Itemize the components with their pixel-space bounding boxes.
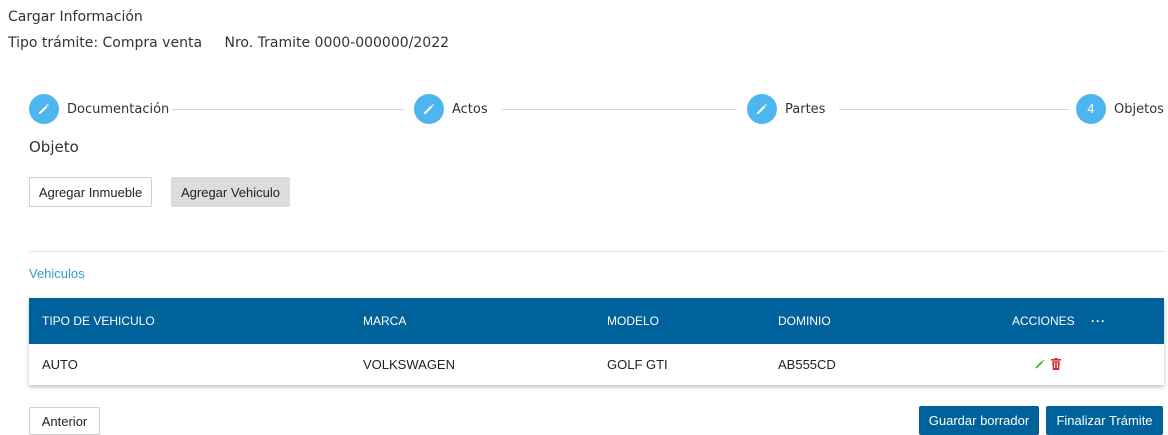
step-connector xyxy=(839,109,1069,110)
tipo-tramite: Tipo trámite: Compra venta xyxy=(8,35,203,51)
step-documentacion[interactable]: Documentación xyxy=(29,94,169,124)
column-header-modelo[interactable]: MODELO xyxy=(607,314,659,328)
pencil-icon[interactable] xyxy=(1033,357,1047,371)
section-title: Objeto xyxy=(29,138,79,156)
pencil-icon xyxy=(414,94,444,124)
stepper: Documentación Actos Partes 4 Objetos xyxy=(29,94,1164,124)
finalizar-tramite-button[interactable]: Finalizar Trámite xyxy=(1046,406,1163,435)
cell-modelo: GOLF GTI xyxy=(607,357,668,372)
step-connector xyxy=(172,109,404,110)
cell-tipo: AUTO xyxy=(42,357,78,372)
nro-tramite: Nro. Tramite 0000-000000/2022 xyxy=(224,35,450,51)
ellipsis-icon[interactable]: ··· xyxy=(1091,314,1106,328)
step-label: Objetos xyxy=(1114,101,1164,117)
pencil-icon xyxy=(29,94,59,124)
table-row: AUTO VOLKSWAGEN GOLF GTI AB555CD xyxy=(29,344,1164,385)
step-objetos[interactable]: 4 Objetos xyxy=(1076,94,1164,124)
pencil-icon xyxy=(747,94,777,124)
page-title: Cargar Información xyxy=(8,9,143,25)
guardar-borrador-button[interactable]: Guardar borrador xyxy=(919,406,1039,435)
agregar-vehiculo-button[interactable]: Agregar Vehiculo xyxy=(171,177,290,207)
table-header: TIPO DE VEHICULO MARCA MODELO DOMINIO AC… xyxy=(29,298,1164,344)
vehiculos-table: TIPO DE VEHICULO MARCA MODELO DOMINIO AC… xyxy=(29,298,1164,385)
column-header-marca[interactable]: MARCA xyxy=(363,314,406,328)
step-number: 4 xyxy=(1076,94,1106,124)
agregar-inmueble-button[interactable]: Agregar Inmueble xyxy=(29,177,152,207)
step-label: Partes xyxy=(785,101,826,117)
step-label: Actos xyxy=(452,101,488,117)
cell-marca: VOLKSWAGEN xyxy=(363,357,455,372)
step-actos[interactable]: Actos xyxy=(414,94,488,124)
column-header-acciones: ACCIONES xyxy=(1012,314,1075,328)
vehiculos-heading: Vehiculos xyxy=(29,266,85,281)
tramite-info: Tipo trámite: Compra venta Nro. Tramite … xyxy=(8,35,467,51)
column-header-tipo[interactable]: TIPO DE VEHICULO xyxy=(42,314,155,328)
anterior-button[interactable]: Anterior xyxy=(29,407,100,435)
divider xyxy=(29,251,1164,252)
step-partes[interactable]: Partes xyxy=(747,94,825,124)
column-header-dominio[interactable]: DOMINIO xyxy=(778,314,831,328)
step-label: Documentación xyxy=(67,101,170,117)
trash-icon[interactable] xyxy=(1049,357,1063,371)
cell-dominio: AB555CD xyxy=(778,357,836,372)
step-connector xyxy=(502,109,737,110)
